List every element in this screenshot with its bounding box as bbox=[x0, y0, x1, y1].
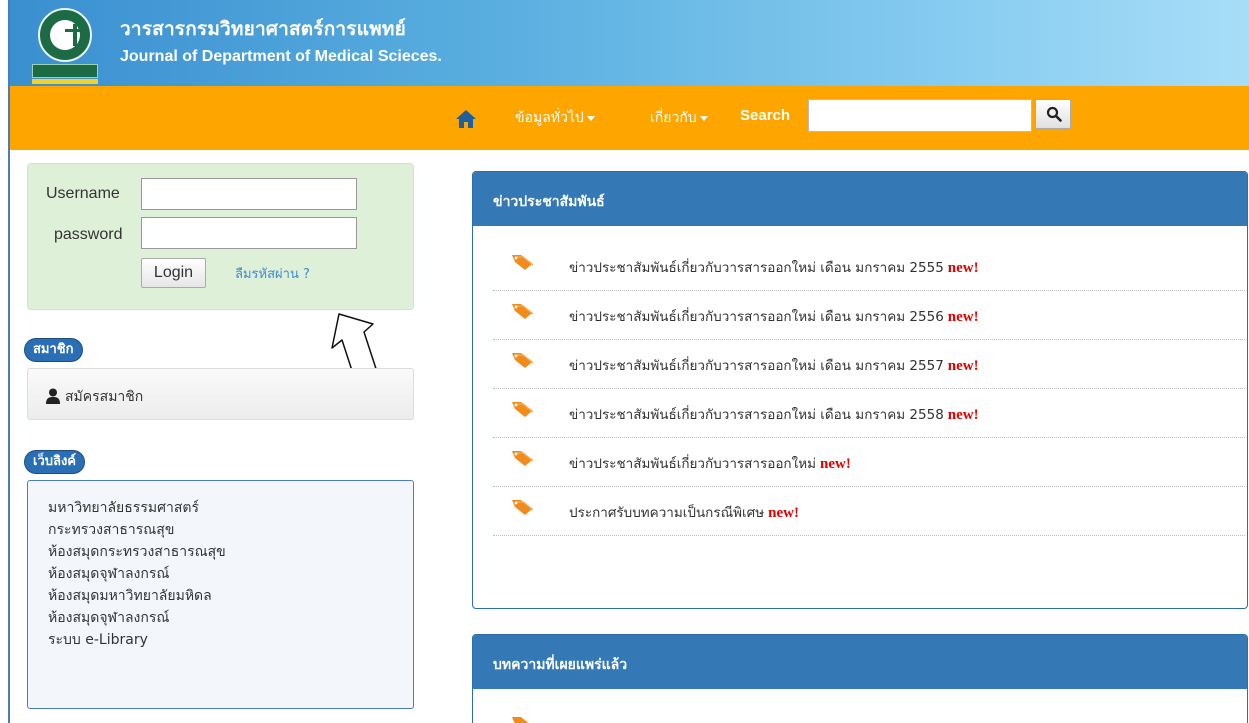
search-label: Search bbox=[740, 107, 791, 124]
tag-icon bbox=[512, 717, 529, 723]
chevron-down-icon bbox=[699, 115, 708, 121]
weblink-item[interactable]: ระบบ e-Library bbox=[48, 629, 226, 651]
news-list: ข่าวประชาสัมพันธ์เกี่ยวกับวารสารออกใหม่ … bbox=[493, 242, 1245, 536]
news-panel: ข่าวประชาสัมพันธ์ ข่าวประชาสัมพันธ์เกี่ย… bbox=[472, 171, 1248, 609]
password-label: password bbox=[54, 226, 123, 243]
news-item: ข่าวประชาสัมพันธ์เกี่ยวกับวารสารออกใหม่ … bbox=[493, 340, 1245, 389]
register-member-link[interactable]: สมัครสมาชิก bbox=[65, 386, 143, 408]
news-item: ข่าวประชาสัมพันธ์เกี่ยวกับวารสารออกใหม่ n… bbox=[493, 438, 1245, 487]
new-badge: new! bbox=[947, 358, 979, 374]
home-icon[interactable] bbox=[455, 109, 477, 129]
news-link[interactable]: ข่าวประชาสัมพันธ์เกี่ยวกับวารสารออกใหม่ … bbox=[569, 358, 944, 374]
tag-icon bbox=[512, 500, 533, 515]
members-heading: สมาชิก bbox=[25, 339, 82, 361]
weblinks-list: มหาวิทยาลัยธรรมศาสตร์ กระทรวงสาธารณสุข ห… bbox=[48, 497, 226, 651]
members-panel: สมัครสมาชิก bbox=[27, 368, 414, 420]
password-field[interactable] bbox=[141, 217, 357, 249]
weblinks-heading: เว็บลิงค์ bbox=[25, 451, 85, 473]
tag-icon bbox=[512, 304, 533, 319]
user-icon bbox=[46, 388, 60, 404]
username-label: Username bbox=[46, 185, 120, 202]
news-item: ประกาศรับบทความเป็นกรณีพิเศษ new! bbox=[493, 487, 1245, 536]
weblink-item[interactable]: ห้องสมุดจุฬาลงกรณ์ bbox=[48, 607, 226, 629]
tag-icon bbox=[512, 402, 533, 417]
site-title-english: Journal of Department of Medical Scieces… bbox=[120, 48, 442, 65]
tag-icon bbox=[512, 255, 533, 270]
magnifier-icon bbox=[1046, 106, 1062, 122]
published-heading: บทความที่เผยแพร่แล้ว bbox=[473, 635, 1247, 689]
news-link[interactable]: ข่าวประชาสัมพันธ์เกี่ยวกับวารสารออกใหม่ … bbox=[569, 260, 944, 276]
new-badge: new! bbox=[947, 309, 979, 325]
forgot-password-link[interactable]: ลืมรหัสผ่าน ? bbox=[235, 263, 310, 284]
nav-general-info[interactable]: ข้อมูลทั่วไป bbox=[515, 107, 595, 129]
search-button[interactable] bbox=[1035, 99, 1071, 129]
login-form: Username password Login ลืมรหัสผ่าน ? bbox=[27, 163, 414, 310]
tag-icon bbox=[512, 353, 533, 368]
published-articles-panel: บทความที่เผยแพร่แล้ว bbox=[472, 634, 1248, 723]
news-link[interactable]: ข่าวประชาสัมพันธ์เกี่ยวกับวารสารออกใหม่ … bbox=[569, 407, 944, 423]
logo-plate bbox=[32, 64, 98, 78]
news-item: ข่าวประชาสัมพันธ์เกี่ยวกับวารสารออกใหม่ … bbox=[493, 291, 1245, 340]
new-badge: new! bbox=[768, 505, 799, 521]
nav-general-info-label: ข้อมูลทั่วไป bbox=[515, 110, 584, 126]
news-item: ข่าวประชาสัมพันธ์เกี่ยวกับวารสารออกใหม่ … bbox=[493, 242, 1245, 291]
new-badge: new! bbox=[947, 260, 979, 276]
username-field[interactable] bbox=[141, 178, 357, 210]
weblinks-panel: มหาวิทยาลัยธรรมศาสตร์ กระทรวงสาธารณสุข ห… bbox=[27, 480, 414, 709]
login-button[interactable]: Login bbox=[141, 258, 206, 288]
new-badge: new! bbox=[820, 456, 851, 472]
main-navbar: ข้อมูลทั่วไป เกี่ยวกับ Search bbox=[10, 86, 1249, 150]
page: วารสารกรมวิทยาศาสตร์การแพทย์ Journal of … bbox=[0, 0, 1249, 723]
news-link[interactable]: ข่าวประชาสัมพันธ์เกี่ยวกับวารสารออกใหม่ … bbox=[569, 309, 944, 325]
nav-about-label: เกี่ยวกับ bbox=[650, 110, 697, 126]
news-link[interactable]: ประกาศรับบทความเป็นกรณีพิเศษ bbox=[569, 505, 764, 521]
weblink-item[interactable]: ห้องสมุดมหาวิทยาลัยมหิดล bbox=[48, 585, 226, 607]
weblink-item[interactable]: ห้องสมุดกระทรวงสาธารณสุข bbox=[48, 541, 226, 563]
chevron-down-icon bbox=[586, 115, 595, 121]
news-heading: ข่าวประชาสัมพันธ์ bbox=[473, 172, 1247, 226]
weblink-item[interactable]: ห้องสมุดจุฬาลงกรณ์ bbox=[48, 563, 226, 585]
search-input[interactable] bbox=[808, 99, 1032, 132]
department-seal-logo[interactable] bbox=[32, 8, 98, 84]
seal-circle bbox=[38, 8, 92, 62]
site-header: วารสารกรมวิทยาศาสตร์การแพทย์ Journal of … bbox=[10, 0, 1249, 86]
new-badge: new! bbox=[947, 407, 979, 423]
news-link[interactable]: ข่าวประชาสัมพันธ์เกี่ยวกับวารสารออกใหม่ bbox=[569, 456, 816, 472]
logo-stripe bbox=[32, 79, 98, 84]
tag-icon bbox=[512, 451, 533, 466]
site-title-thai: วารสารกรมวิทยาศาสตร์การแพทย์ bbox=[120, 18, 406, 40]
nav-about[interactable]: เกี่ยวกับ bbox=[650, 107, 708, 129]
news-item: ข่าวประชาสัมพันธ์เกี่ยวกับวารสารออกใหม่ … bbox=[493, 389, 1245, 438]
weblink-item[interactable]: กระทรวงสาธารณสุข bbox=[48, 519, 226, 541]
weblink-item[interactable]: มหาวิทยาลัยธรรมศาสตร์ bbox=[48, 497, 226, 519]
